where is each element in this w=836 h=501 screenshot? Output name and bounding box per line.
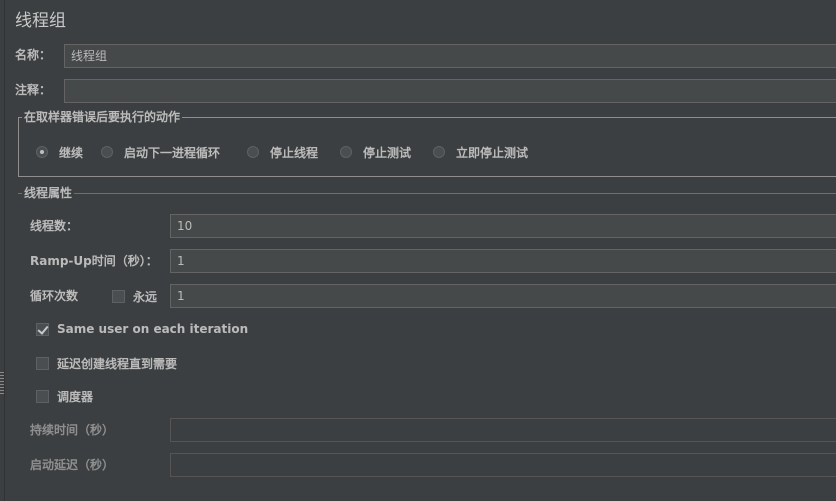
radio-start-next-loop[interactable]: 启动下一进程循环	[101, 144, 220, 160]
thread-props-legend: 线程属性	[22, 185, 75, 201]
loop-count-input[interactable]: 1	[170, 284, 836, 308]
loop-count-label: 循环次数	[30, 289, 79, 303]
scheduler-checkbox[interactable]: 调度器	[36, 388, 93, 404]
radio-label: 停止测试	[363, 145, 412, 160]
page-title: 线程组	[15, 11, 66, 31]
startup-delay-label: 启动延迟（秒）	[30, 458, 115, 472]
radio-stop-test[interactable]: 停止测试	[340, 144, 411, 160]
radio-label: 立即停止测试	[456, 145, 529, 160]
radio-stop-test-now[interactable]: 立即停止测试	[433, 144, 528, 160]
name-label: 名称：	[15, 48, 52, 62]
thread-props-divider	[18, 193, 836, 194]
error-action-legend: 在取样器错误后要执行的动作	[22, 109, 183, 125]
radio-icon[interactable]	[433, 146, 445, 158]
same-user-checkbox[interactable]: Same user on each iteration	[36, 321, 248, 337]
radio-label: 停止线程	[270, 145, 319, 160]
startup-delay-input[interactable]	[170, 453, 836, 477]
checkbox-icon[interactable]	[112, 289, 125, 303]
scheduler-label: 调度器	[57, 389, 94, 404]
delay-create-checkbox[interactable]: 延迟创建线程直到需要	[36, 355, 177, 371]
splitter-grip-icon[interactable]	[0, 372, 4, 394]
checkbox-checked-icon[interactable]	[36, 322, 49, 336]
comment-label: 注释：	[15, 83, 52, 97]
comment-input[interactable]	[64, 79, 836, 103]
loop-forever-label: 永远	[133, 289, 158, 304]
thread-group-panel: 线程组 名称： 线程组 注释： 在取样器错误后要执行的动作 继续 启动下一进程循…	[0, 0, 836, 501]
ramp-up-label: Ramp-Up时间（秒）：	[30, 254, 158, 268]
name-input[interactable]: 线程组	[64, 44, 836, 68]
checkbox-icon[interactable]	[36, 356, 49, 370]
radio-label: 启动下一进程循环	[124, 145, 221, 160]
same-user-label: Same user on each iteration	[57, 322, 249, 336]
duration-input[interactable]	[170, 418, 836, 442]
loop-forever-checkbox[interactable]: 永远	[112, 288, 157, 304]
duration-label: 持续时间（秒）	[30, 423, 115, 437]
radio-icon[interactable]	[247, 146, 259, 158]
left-splitter[interactable]	[0, 0, 5, 501]
radio-stop-thread[interactable]: 停止线程	[247, 144, 318, 160]
ramp-up-input[interactable]: 1	[170, 249, 836, 273]
delay-create-label: 延迟创建线程直到需要	[57, 356, 178, 371]
radio-icon[interactable]	[340, 146, 352, 158]
checkbox-icon[interactable]	[36, 389, 49, 403]
radio-label: 继续	[59, 145, 84, 160]
radio-icon[interactable]	[101, 146, 113, 158]
num-threads-label: 线程数：	[30, 219, 79, 233]
radio-checked-icon[interactable]	[36, 146, 48, 158]
num-threads-input[interactable]: 10	[170, 214, 836, 238]
radio-continue[interactable]: 继续	[36, 144, 83, 160]
